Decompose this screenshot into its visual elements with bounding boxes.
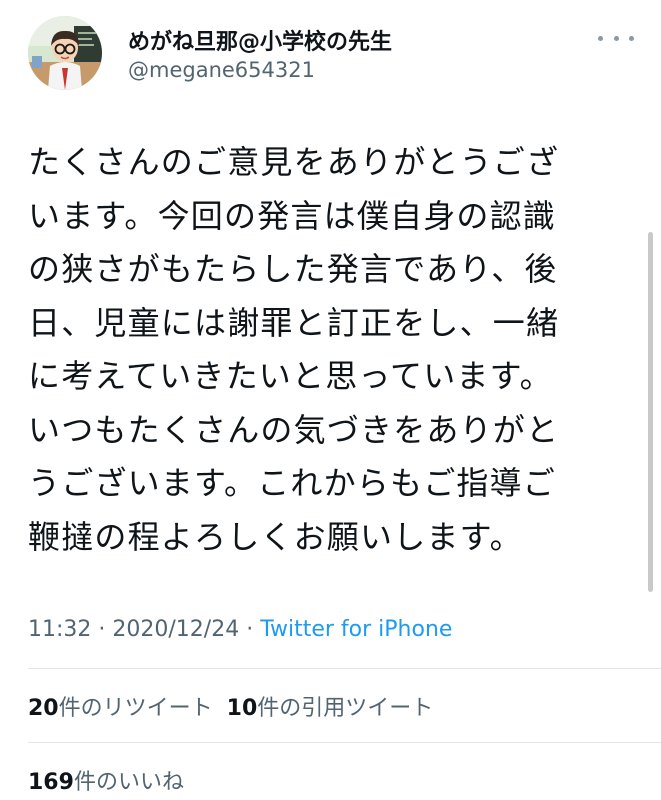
tweet-line: 鞭撻の程よろしくお願いします。 bbox=[28, 517, 523, 556]
user-handle[interactable]: @megane654321 bbox=[128, 58, 315, 82]
display-name[interactable]: めがね旦那@小学校の先生 bbox=[128, 24, 392, 56]
likes-stat[interactable]: 169件のいいね bbox=[28, 770, 184, 795]
tweet-date[interactable]: 2020/12/24 bbox=[112, 617, 239, 642]
quotes-count: 10 bbox=[226, 696, 258, 721]
tweet-source-link[interactable]: Twitter for iPhone bbox=[260, 617, 452, 642]
tweet-line: います。今回の発言は僕自身の認識 bbox=[28, 196, 557, 235]
dot bbox=[613, 35, 619, 41]
retweets-stat[interactable]: 20件のリツイート bbox=[28, 696, 213, 721]
retweets-label: 件のリツイート bbox=[58, 696, 213, 721]
tweet-time[interactable]: 11:32 bbox=[28, 617, 91, 642]
stats-row-likes: 169件のいいね bbox=[28, 764, 198, 796]
scrollbar[interactable] bbox=[648, 232, 653, 592]
tweet-line: 日、児童には謝罪と訂正をし、一緒 bbox=[28, 303, 560, 342]
likes-label: 件のいいね bbox=[73, 770, 184, 795]
divider bbox=[28, 742, 661, 743]
tweet-text: たくさんのご意見をありがとうござ います。今回の発言は僕自身の認識 の狭さがもた… bbox=[28, 136, 628, 564]
meta-separator: · bbox=[91, 617, 113, 642]
tweet-line: いつもたくさんの気づきをありがと bbox=[28, 410, 560, 449]
quotes-stat[interactable]: 10件の引用ツイート bbox=[227, 696, 434, 721]
avatar[interactable] bbox=[28, 16, 102, 90]
dot bbox=[598, 35, 603, 41]
tweet-line: うございます。これからもご指導ご bbox=[28, 464, 557, 502]
dot bbox=[629, 35, 634, 41]
quotes-label: 件の引用ツイート bbox=[257, 696, 434, 721]
divider bbox=[28, 668, 661, 669]
retweets-count: 20 bbox=[28, 696, 59, 721]
likes-count: 169 bbox=[28, 770, 74, 795]
meta-separator: · bbox=[239, 617, 261, 642]
tweet-line: に考えていきたいと思っています。 bbox=[28, 357, 553, 395]
tweet-line: たくさんのご意見をありがとうござ bbox=[28, 143, 560, 181]
more-horizontal-icon[interactable] bbox=[598, 28, 634, 48]
tweet-line: の狭さがもたらした発言であり、後 bbox=[28, 250, 558, 288]
tweet-meta: 11:32 · 2020/12/24 · Twitter for iPhone bbox=[28, 617, 452, 642]
avatar-illustration bbox=[28, 16, 102, 90]
stats-row-retweets: 20件のリツイート 10件の引用ツイート bbox=[28, 690, 447, 722]
tweet-header: めがね旦那@小学校の先生 @megane654321 bbox=[0, 0, 661, 110]
